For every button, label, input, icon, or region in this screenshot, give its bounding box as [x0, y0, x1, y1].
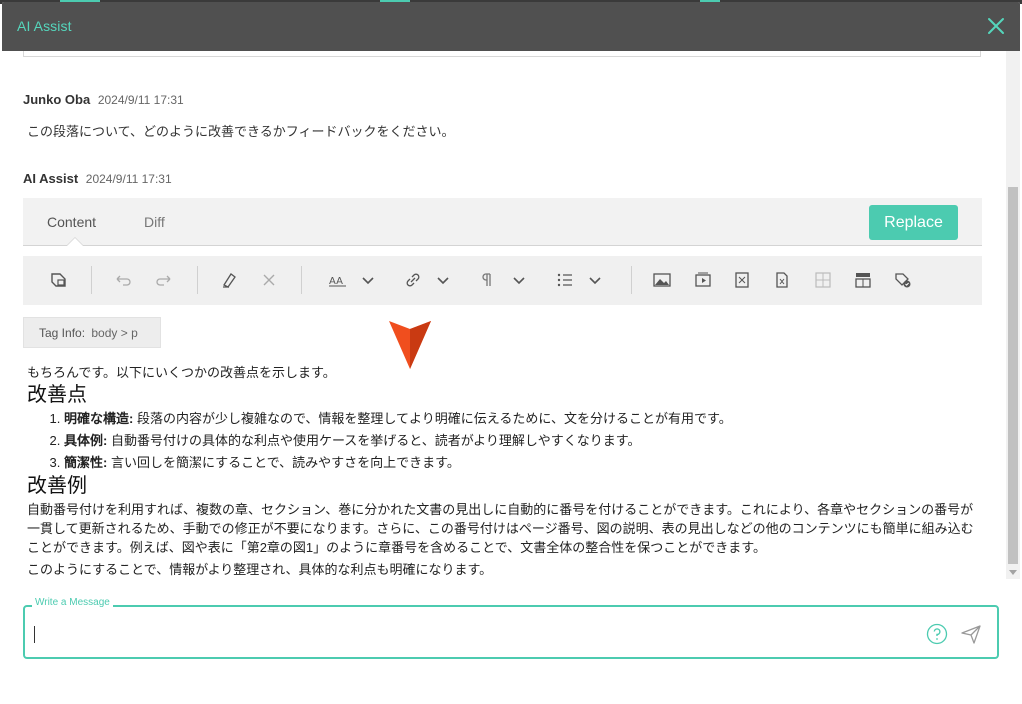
tab-content[interactable]: Content: [47, 214, 96, 230]
paragraph-icon[interactable]: [478, 270, 498, 290]
message-time: 2024/9/11 17:31: [85, 172, 172, 186]
video-icon[interactable]: [693, 270, 713, 290]
replace-button[interactable]: Replace: [869, 205, 958, 240]
improvement-list: 明確な構造: 段落の内容が少し複雑なので、情報を整理してより明確に伝えるために、…: [64, 408, 982, 474]
clear-icon[interactable]: [259, 270, 279, 290]
list-item-term: 明確な構造:: [64, 411, 134, 426]
link-icon[interactable]: [403, 270, 423, 290]
document-icon[interactable]: [772, 270, 792, 290]
panel-tabs-bar: Content Diff Replace: [23, 198, 982, 246]
scrollbar-down-arrow[interactable]: [1009, 570, 1017, 575]
message-text: この段落について、どのように改善できるかフィードバックをください。: [27, 124, 455, 139]
message-header-ai: AI Assist 2024/9/11 17:31: [23, 171, 172, 186]
tab-diff[interactable]: Diff: [144, 214, 165, 230]
content-heading-example: 改善例: [27, 475, 87, 497]
redo-icon[interactable]: [154, 270, 174, 290]
undo-icon[interactable]: [113, 270, 133, 290]
dialog-title: AI Assist: [17, 18, 72, 34]
content-intro: もちろんです。以下にいくつかの改善点を示します。: [27, 365, 336, 380]
scrollbar-thumb[interactable]: [1008, 187, 1018, 564]
conversation-scroll-area[interactable]: Junko Oba 2024/9/11 17:31 この段落について、どのように…: [2, 51, 1020, 579]
tag-info-label: Tag Info:: [39, 326, 86, 340]
chevron-down-icon[interactable]: [433, 270, 453, 290]
image-icon[interactable]: [652, 270, 672, 290]
layout-icon[interactable]: [853, 270, 873, 290]
list-item-text: 段落の内容が少し複雑なので、情報を整理してより明確に伝えるために、文を分けること…: [133, 411, 732, 426]
template-icon[interactable]: [732, 270, 752, 290]
svg-text:AA: AA: [329, 276, 343, 287]
chevron-down-icon[interactable]: [509, 270, 529, 290]
list-item: 簡潔性: 言い回しを簡潔にすることで、読みやすさを向上できます。: [64, 452, 982, 474]
list-icon[interactable]: [555, 270, 575, 290]
message-compose-box: Write a Message: [23, 597, 999, 659]
list-item: 明確な構造: 段落の内容が少し複雑なので、情報を整理してより明確に伝えるために、…: [64, 408, 982, 430]
ai-assist-dialog: AI Assist Junko Oba 2024/9/11 17:31 この段落…: [2, 2, 1020, 702]
toolbar-separator: [197, 266, 198, 294]
message-author: Junko Oba: [23, 92, 91, 107]
content-conclusion: このようにすることで、情報がより整理され、具体的な利点も明確になります。: [27, 562, 493, 577]
font-size-icon[interactable]: AA: [328, 270, 348, 290]
ai-response-content: もちろんです。以下にいくつかの改善点を示します。 改善点 明確な構造: 段落の内…: [27, 363, 982, 579]
previous-message-box: [23, 51, 981, 57]
message-header-user: Junko Oba 2024/9/11 17:31: [23, 92, 184, 107]
tag-icon[interactable]: [49, 270, 69, 290]
chevron-down-icon[interactable]: [358, 270, 378, 290]
send-icon[interactable]: [960, 623, 982, 645]
toolbar-separator: [91, 266, 92, 294]
tag-info-box: Tag Info: body > p: [23, 317, 161, 348]
list-item: 具体例: 自動番号付けの具体的な利点や使用ケースを挙げると、読者がより理解しやす…: [64, 430, 982, 452]
dialog-titlebar: AI Assist: [2, 2, 1020, 51]
tag-info-path: body > p: [91, 326, 138, 340]
ai-response-panel: Content Diff Replace AA: [23, 198, 982, 305]
toolbar-separator: [301, 266, 302, 294]
message-author: AI Assist: [23, 171, 79, 186]
vertical-scrollbar[interactable]: [1006, 51, 1020, 579]
close-icon[interactable]: [986, 16, 1006, 36]
help-icon[interactable]: [926, 623, 948, 645]
tag-check-icon[interactable]: [893, 270, 913, 290]
list-item-text: 言い回しを簡潔にすることで、読みやすさを向上できます。: [107, 455, 460, 470]
table-icon[interactable]: [813, 270, 833, 290]
cursor-arrow-icon: [389, 321, 431, 369]
content-body: 自動番号付けを利用すれば、複数の章、セクション、巻に分かれた文書の見出しに自動的…: [27, 502, 974, 555]
chevron-down-icon[interactable]: [585, 270, 605, 290]
message-input[interactable]: [35, 617, 915, 649]
eraser-icon[interactable]: [219, 270, 239, 290]
toolbar-separator: [631, 266, 632, 294]
list-item-term: 簡潔性:: [64, 455, 108, 470]
tab-indicator: [67, 238, 83, 246]
message-time: 2024/9/11 17:31: [97, 93, 184, 107]
content-heading-improvements: 改善点: [27, 384, 87, 406]
list-item-text: 自動番号付けの具体的な利点や使用ケースを挙げると、読者がより理解しやすくなります…: [107, 433, 641, 448]
compose-legend: Write a Message: [32, 597, 113, 608]
editor-toolbar: AA: [23, 256, 982, 305]
list-item-term: 具体例:: [64, 433, 108, 448]
